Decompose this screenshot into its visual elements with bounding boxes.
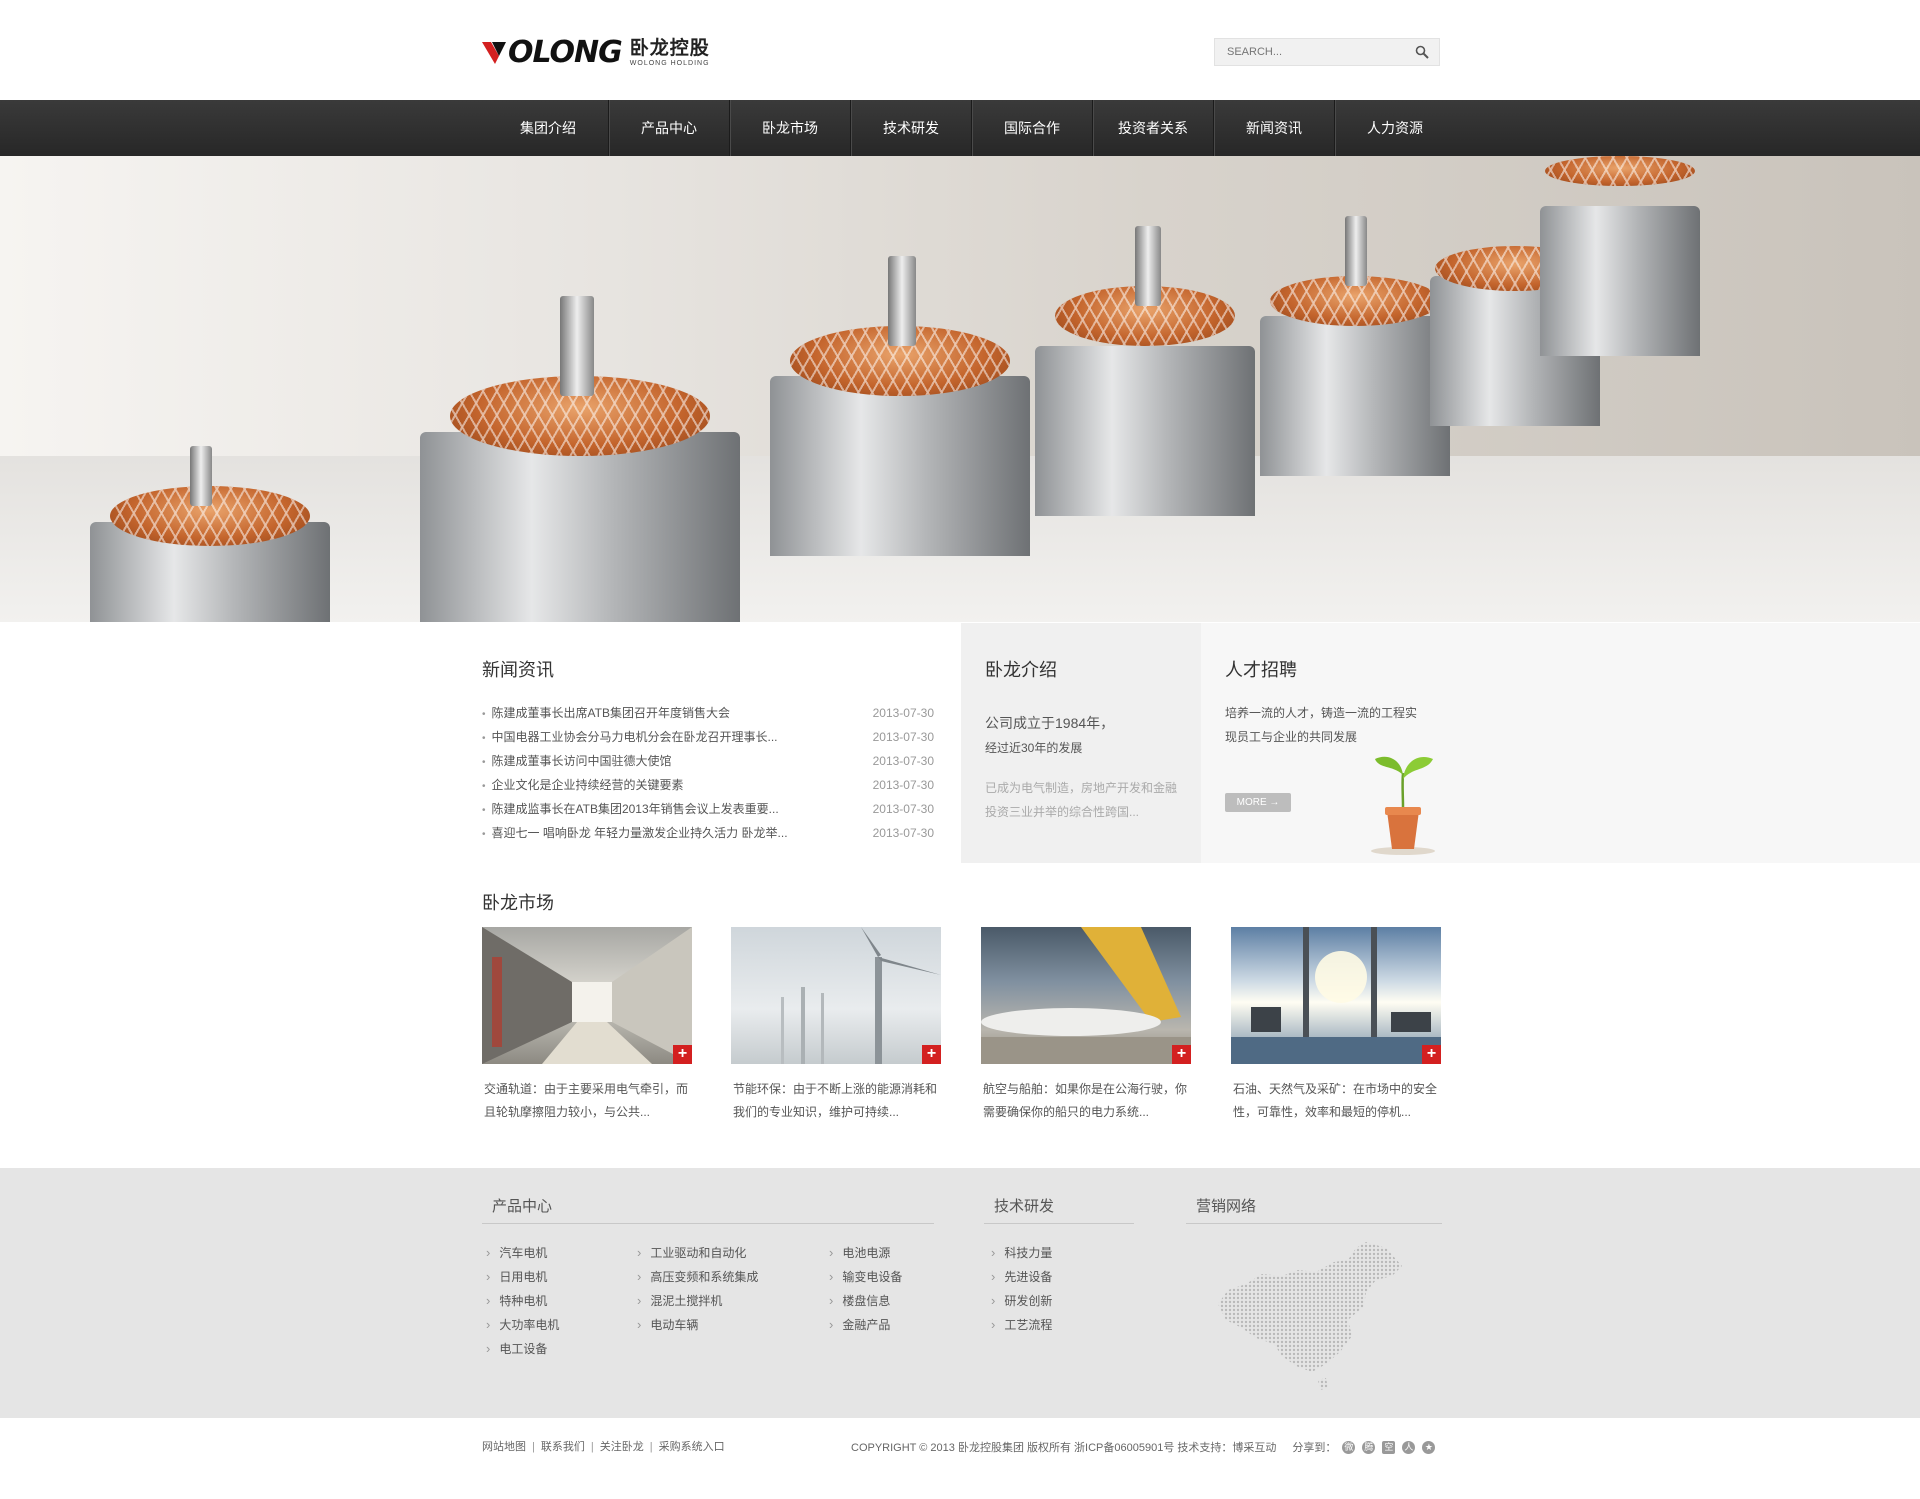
oil-desc: 石油、天然气及采矿：在市场中的安全性，可靠性，效率和最短的停机... (1233, 1082, 1438, 1119)
renren-icon[interactable]: 人 (1402, 1440, 1416, 1454)
weibo-icon[interactable]: 微 (1342, 1440, 1356, 1454)
news-item[interactable]: 陈建成董事长出席ATB集团召开年度销售大会2013-07-30 (482, 701, 934, 725)
footer-link[interactable]: 工艺流程 (991, 1316, 1052, 1333)
footer-link[interactable]: 科技力量 (991, 1244, 1052, 1261)
rail-transit-image[interactable]: + (482, 927, 692, 1064)
footer-link[interactable]: 日用电机 (486, 1268, 547, 1285)
market-card-aviation[interactable]: + 航空与船舶：如果你是在公海行驶，你需要确保你的船只的电力系统... (981, 927, 1191, 1124)
news-list: 陈建成董事长出席ATB集团召开年度销售大会2013-07-30 中国电器工业协会… (482, 701, 934, 845)
footer-link[interactable]: 电池电源 (829, 1244, 890, 1261)
news-item[interactable]: 陈建成董事长访问中国驻德大使馆2013-07-30 (482, 749, 934, 773)
nav-item-investors[interactable]: 投资者关系 (1093, 100, 1214, 156)
footer-link[interactable]: 楼盘信息 (829, 1292, 890, 1309)
energy-expand-button[interactable]: + (922, 1045, 941, 1064)
footer-products-title: 产品中心 (492, 1198, 553, 1215)
qzone-icon[interactable]: 空 (1382, 1440, 1396, 1454)
about-line2: 经过近30年的发展 (985, 741, 1083, 755)
news-item[interactable]: 中国电器工业协会分马力电机分会在卧龙召开理事长...2013-07-30 (482, 725, 934, 749)
nav-item-hr[interactable]: 人力资源 (1335, 100, 1455, 156)
recruit-title: 人才招聘 (1225, 660, 1297, 680)
footer-link[interactable]: 输变电设备 (829, 1268, 902, 1285)
nav-item-international[interactable]: 国际合作 (972, 100, 1093, 156)
logo-mark-icon (482, 42, 506, 64)
aviation-expand-button[interactable]: + (1172, 1045, 1191, 1064)
news-item[interactable]: 企业文化是企业持续经营的关键要素2013-07-30 (482, 773, 934, 797)
copyright-text: COPYRIGHT © 2013 卧龙控股集团 版权所有 浙ICP备060059… (851, 1442, 1277, 1454)
logo[interactable]: OLONG 卧龙控股 WOLONG HOLDING (482, 38, 710, 68)
market-card-energy[interactable]: + 节能环保：由于不断上涨的能源消耗和我们的专业知识，维护可持续... (731, 927, 941, 1124)
contact-link[interactable]: 联系我们 (541, 1441, 585, 1453)
more-button[interactable]: MORE → (1225, 793, 1291, 812)
footer-link[interactable]: 金融产品 (829, 1316, 890, 1333)
nav-item-group-intro[interactable]: 集团介绍 (488, 100, 609, 156)
logo-en-text: WOLONG HOLDING (629, 60, 710, 67)
logo-text: OLONG (508, 35, 623, 70)
bottom-bar: 网站地图 | 联系我们 | 关注卧龙 | 采购系统入口 COPYRIGHT © 2013 卧… (0, 1418, 1920, 1499)
footer-link[interactable]: 混泥土搅拌机 (637, 1292, 722, 1309)
market-card-oil[interactable]: + 石油、天然气及采矿：在市场中的安全性，可靠性，效率和最短的停机... (1231, 927, 1441, 1124)
about-title: 卧龙介绍 (985, 660, 1057, 680)
footer-link[interactable]: 高压变频和系统集成 (637, 1268, 758, 1285)
news-item[interactable]: 陈建成监事长在ATB集团2013年销售会议上发表重要...2013-07-30 (482, 797, 934, 821)
footer-tech-title: 技术研发 (994, 1198, 1055, 1215)
oil-expand-button[interactable]: + (1422, 1045, 1441, 1064)
nav-item-products[interactable]: 产品中心 (609, 100, 730, 156)
footer-network-title: 营销网络 (1196, 1198, 1257, 1215)
purchase-link[interactable]: 采购系统入口 (659, 1441, 725, 1453)
recruit-text: 培养一流的人才，铸造一流的工程实现员工与企业的共同发展 (1225, 706, 1418, 744)
footer-link[interactable]: 电工设备 (486, 1340, 547, 1357)
tencent-weibo-icon[interactable]: 腾 (1362, 1440, 1376, 1454)
search-box (1214, 38, 1440, 66)
oil-rig-image[interactable]: + (1231, 927, 1441, 1064)
footer-links-area: 产品中心 技术研发 营销网络 汽车电机 日用电机 特种电机 大功率电机 电工设备… (0, 1168, 1920, 1418)
china-map-icon[interactable] (1216, 1240, 1412, 1392)
footer-link[interactable]: 电动车辆 (637, 1316, 698, 1333)
plant-pot-icon (1371, 756, 1435, 855)
news-section-title: 新闻资讯 (482, 660, 554, 680)
search-input[interactable] (1227, 44, 1397, 60)
market-card-rail[interactable]: + 交通轨道：由于主要采用电气牵引，而且轮轨摩擦阻力较小，与公共... (482, 927, 692, 1124)
news-item[interactable]: 喜迎七一 唱响卧龙 年轻力量激发企业持久活力 卧龙举...2013-07-30 (482, 821, 934, 845)
footer-link[interactable]: 研发创新 (991, 1292, 1052, 1309)
recruit-panel: 人才招聘 培养一流的人才，铸造一流的工程实现员工与企业的共同发展 MORE → (1201, 623, 1920, 863)
about-panel: 卧龙介绍 公司成立于1984年， 经过近30年的发展 已成为电气制造，房地产开发… (961, 623, 1201, 863)
aircraft-image[interactable]: + (981, 927, 1191, 1064)
footer-link[interactable]: 工业驱动和自动化 (637, 1244, 746, 1261)
follow-link[interactable]: 关注卧龙 (600, 1441, 644, 1453)
market-section-title: 卧龙市场 (482, 893, 554, 913)
main-nav: 集团介绍 产品中心 卧龙市场 技术研发 国际合作 投资者关系 新闻资讯 人力资源 (0, 100, 1920, 156)
favorite-icon[interactable]: ★ (1422, 1440, 1436, 1454)
about-line1: 公司成立于1984年， (985, 715, 1115, 731)
nav-item-market[interactable]: 卧龙市场 (730, 100, 851, 156)
rail-desc: 交通轨道：由于主要采用电气牵引，而且轮轨摩擦阻力较小，与公共... (484, 1082, 689, 1119)
search-icon[interactable] (1415, 45, 1429, 59)
sitemap-link[interactable]: 网站地图 (482, 1441, 526, 1453)
site-header: OLONG 卧龙控股 WOLONG HOLDING (0, 0, 1920, 100)
about-line3: 已成为电气制造，房地产开发和金融投资三业并举的综合性跨国... (985, 781, 1178, 819)
footer-link[interactable]: 特种电机 (486, 1292, 547, 1309)
footer-link[interactable]: 汽车电机 (486, 1244, 547, 1261)
hero-banner-image (0, 156, 1920, 622)
aviation-desc: 航空与船舶：如果你是在公海行驶，你需要确保你的船只的电力系统... (983, 1082, 1188, 1119)
nav-item-rnd[interactable]: 技术研发 (851, 100, 972, 156)
logo-cn-text: 卧龙控股 (629, 38, 710, 59)
footer-link[interactable]: 先进设备 (991, 1268, 1052, 1285)
rail-expand-button[interactable]: + (673, 1045, 692, 1064)
nav-item-news[interactable]: 新闻资讯 (1214, 100, 1335, 156)
wind-turbine-image[interactable]: + (731, 927, 941, 1064)
footer-link[interactable]: 大功率电机 (486, 1316, 559, 1333)
energy-desc: 节能环保：由于不断上涨的能源消耗和我们的专业知识，维护可持续... (733, 1082, 938, 1119)
share-label: 分享到： (1292, 1442, 1337, 1454)
